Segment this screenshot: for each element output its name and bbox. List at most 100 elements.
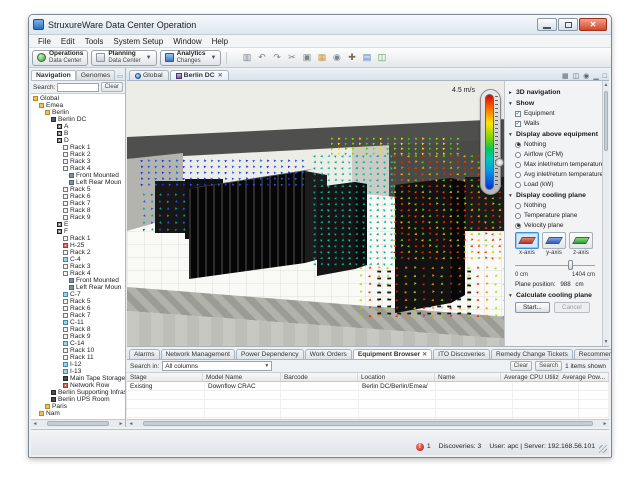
menu-item[interactable]: File [33, 37, 56, 46]
tree-item[interactable]: Rack 4 [31, 165, 125, 172]
tree-item[interactable]: Berlin Supporting Infrastru [31, 389, 125, 396]
copy-icon[interactable]: ▣ [300, 51, 313, 64]
bottom-tab[interactable]: ITO Discoveries [433, 349, 490, 359]
tree-item[interactable]: Berlin [31, 109, 125, 116]
radio-icon[interactable] [515, 182, 521, 188]
maximize-button[interactable] [558, 18, 578, 31]
display-above-radio[interactable]: Max inlet/return temperature [515, 161, 599, 168]
table-horizontal-scrollbar[interactable]: ◄► [127, 419, 609, 427]
tree-item[interactable]: Rack 6 [31, 193, 125, 200]
menu-item[interactable]: Tools [80, 37, 109, 46]
cut-icon[interactable]: ✂ [285, 51, 298, 64]
clear-search-button[interactable]: Clear [101, 82, 123, 92]
menu-item[interactable]: Window [168, 37, 206, 46]
tree-item[interactable]: Rack 6 [31, 305, 125, 312]
tree-item[interactable]: D [31, 137, 125, 144]
section-display-above[interactable]: ▾ Display above equipment [509, 131, 599, 138]
chevron-down-icon[interactable]: ▼ [146, 55, 152, 61]
tree-item[interactable]: C-4 [31, 256, 125, 263]
menu-item[interactable]: Help [207, 37, 233, 46]
view-split-icon[interactable]: ◫ [571, 72, 582, 80]
column-header[interactable]: Stage [127, 373, 203, 381]
minimize-button[interactable] [537, 18, 557, 31]
rack-block-far-left[interactable] [155, 181, 189, 233]
tree-item[interactable]: C-11 [31, 319, 125, 326]
view-palette-icon[interactable]: ▦ [560, 72, 571, 80]
radio-icon[interactable] [515, 172, 521, 178]
bottom-tab[interactable]: Network Management [161, 349, 236, 359]
bottom-tab[interactable]: Work Orders [305, 349, 352, 359]
tree-item[interactable]: Nam [31, 410, 125, 417]
tree-item[interactable]: Front Mounted [31, 277, 125, 284]
menu-item[interactable]: System Setup [108, 37, 168, 46]
error-indicator[interactable]: ! 1 [416, 443, 431, 451]
section-show[interactable]: ▾ Show [509, 100, 599, 107]
tree-item[interactable]: Rack 7 [31, 200, 125, 207]
tree-item[interactable]: E [31, 221, 125, 228]
perspective-operations-button[interactable]: Operations Data Center [32, 50, 88, 66]
tree-item[interactable]: Left Rear Moun [31, 284, 125, 291]
axis-button[interactable] [515, 232, 539, 249]
section-3d-navigation[interactable]: ▸ 3D navigation [509, 89, 599, 96]
tree-item[interactable]: Rack 5 [31, 298, 125, 305]
tree-item[interactable]: B [31, 130, 125, 137]
tree-item[interactable]: Left Rear Moun [31, 179, 125, 186]
column-header[interactable]: Average CPU Utilization ... [501, 373, 559, 381]
export-icon[interactable]: ◫ [375, 51, 388, 64]
tree-item[interactable]: I-13 [31, 368, 125, 375]
slider-thumb[interactable] [568, 260, 573, 270]
undo-icon[interactable]: ↶ [255, 51, 268, 64]
axis-button[interactable] [542, 232, 566, 249]
radio-icon[interactable] [515, 203, 521, 209]
cooling-plane-radio[interactable]: Nothing [515, 202, 599, 209]
tree-item[interactable]: F [31, 228, 125, 235]
panel-tab[interactable]: Navigation [31, 70, 76, 80]
maximize-view-icon[interactable]: □ [601, 73, 609, 80]
tree-item[interactable]: Rack 1 [31, 235, 125, 242]
section-cooling-plane[interactable]: ▾ Display cooling plane [509, 192, 599, 199]
resize-grip[interactable] [599, 445, 607, 453]
tree-item[interactable]: Network Row [31, 382, 125, 389]
perspective-analytics-button[interactable]: Analytics Changes ▼ [160, 50, 222, 66]
editor-tab[interactable]: Global [129, 70, 169, 80]
tree-item[interactable]: Front Mounted [31, 172, 125, 179]
tree-item[interactable]: Rack 9 [31, 333, 125, 340]
radio-icon[interactable] [515, 213, 521, 219]
radio-icon[interactable] [515, 223, 521, 229]
3d-viewport[interactable]: ▸▸▸▸▸▸▸▸▸▸▸▸▸▸▸▸▸▸▸▸▸▸▸▸▸▸▸▸▸▸▸▸▸▸▸▸▸▸▸▸… [127, 81, 508, 346]
collapse-all-icon[interactable]: ▭ [115, 73, 125, 80]
bottom-tab[interactable]: Remedy Change Tickets [491, 349, 573, 359]
display-above-radio[interactable]: Airflow (CFM) [515, 151, 599, 158]
screenshot-icon[interactable]: ◉ [330, 51, 343, 64]
tree-item[interactable]: Berlin DC [31, 116, 125, 123]
tree-item[interactable]: Emea [31, 102, 125, 109]
tools-icon[interactable]: ✚ [345, 51, 358, 64]
column-header[interactable]: Average Pow... [559, 373, 609, 381]
redo-icon[interactable]: ↷ [270, 51, 283, 64]
vertical-scrollbar[interactable]: ▲ ▼ [602, 81, 609, 346]
column-header[interactable]: Barcode [281, 373, 358, 381]
radio-icon[interactable] [515, 152, 521, 158]
tree-item[interactable]: Rack 8 [31, 326, 125, 333]
view-screenshot-icon[interactable]: ◉ [581, 72, 591, 80]
chevron-down-icon[interactable]: ▼ [211, 55, 217, 61]
menu-item[interactable]: Edit [56, 37, 80, 46]
velocity-color-scale[interactable] [480, 89, 501, 195]
report-icon[interactable]: ▤ [360, 51, 373, 64]
perspective-planning-button[interactable]: Planning Data Center ▼ [91, 50, 156, 66]
close-button[interactable]: ✕ [579, 18, 607, 31]
search-button[interactable]: Search [535, 361, 562, 371]
show-checkbox[interactable]: ✓ Walls [515, 120, 599, 127]
tree-item[interactable]: H-25 [31, 242, 125, 249]
save-icon[interactable]: ▥ [240, 51, 253, 64]
bottom-tab[interactable]: Equipment Browser ✕ [353, 349, 432, 359]
tree-item[interactable]: Rack 5 [31, 186, 125, 193]
tree-item[interactable]: Rack 11 [31, 354, 125, 361]
tree-item[interactable]: Berlin UPS Room [31, 396, 125, 403]
search-in-select[interactable]: All columns ▼ [162, 361, 272, 371]
tree-item[interactable]: Rack 3 [31, 158, 125, 165]
tree-item[interactable]: Rack 7 [31, 312, 125, 319]
tree-item[interactable]: Rack 2 [31, 249, 125, 256]
tree-item[interactable]: Global [31, 95, 125, 102]
show-checkbox[interactable]: ✓ Equipment [515, 110, 599, 117]
